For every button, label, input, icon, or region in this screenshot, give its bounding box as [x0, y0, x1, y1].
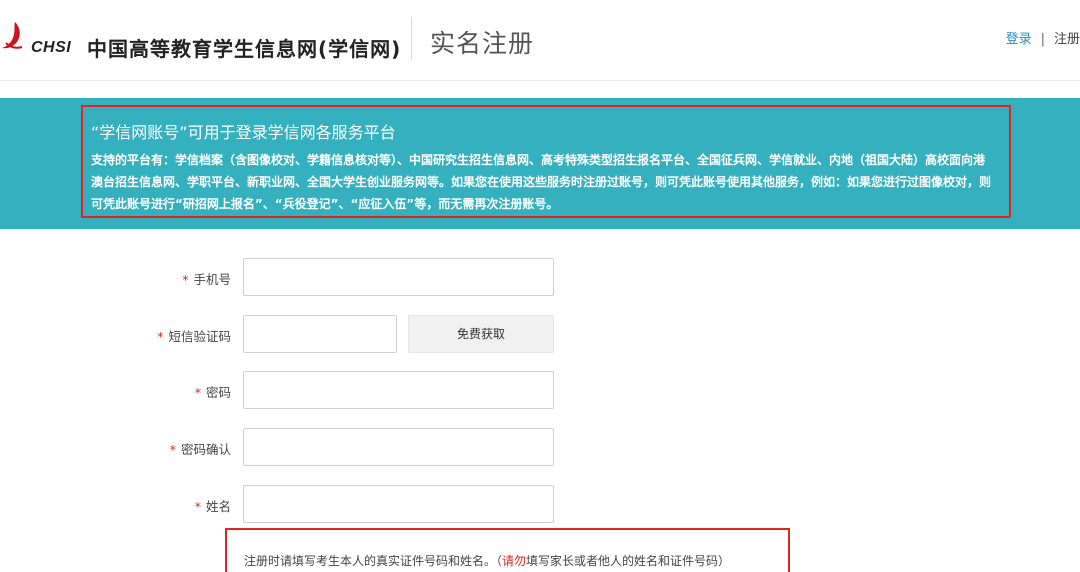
name-label-text: 姓名: [205, 499, 231, 514]
info-banner: “学信网账号”可用于登录学信网各服务平台 支持的平台有：学信档案（含图像校对、学…: [0, 98, 1080, 229]
name-input[interactable]: [243, 485, 554, 523]
banner-body: 支持的平台有：学信档案（含图像校对、学籍信息核对等）、中国研究生招生信息网、高考…: [91, 153, 992, 211]
required-mark: *: [194, 385, 201, 400]
password-label-text: 密码: [205, 385, 231, 400]
phone-label-text: 手机号: [193, 272, 231, 287]
confirm-label: * 密码确认: [170, 439, 231, 458]
notice-highlight-box: 注册时请填写考生本人的真实证件号码和姓名。（请勿填写家长或者他人的姓名和证件号码…: [225, 528, 790, 572]
get-sms-code-button[interactable]: 免费获取: [408, 315, 554, 353]
banner-highlight-box: “学信网账号”可用于登录学信网各服务平台 支持的平台有：学信档案（含图像校对、学…: [81, 105, 1011, 218]
required-mark: *: [194, 499, 201, 514]
banner-title: “学信网账号”可用于登录学信网各服务平台: [91, 123, 396, 142]
name-row: * 姓名: [0, 485, 1080, 525]
password-label: * 密码: [195, 382, 231, 401]
notice-text: 注册时请填写考生本人的真实证件号码和姓名。（请勿填写家长或者他人的姓名和证件号码…: [244, 552, 730, 569]
required-mark: *: [157, 329, 164, 344]
sms-code-input[interactable]: [243, 315, 397, 353]
required-mark: *: [182, 272, 189, 287]
top-links: 登录 | 注册: [1006, 28, 1080, 47]
login-link[interactable]: 登录: [1006, 32, 1032, 47]
site-header: CHSI 中国高等教育学生信息网(学信网) 实名注册 登录 | 注册: [0, 0, 1080, 81]
confirm-row: * 密码确认: [0, 428, 1080, 468]
phone-row: * 手机号: [0, 258, 1080, 298]
name-label: * 姓名: [195, 496, 231, 515]
logo-text: CHSI: [31, 39, 72, 56]
site-name: 中国高等教育学生信息网(学信网): [87, 37, 402, 61]
sms-label-text: 短信验证码: [168, 329, 231, 344]
password-input[interactable]: [243, 371, 554, 409]
page-title: 实名注册: [430, 29, 535, 58]
phone-label: * 手机号: [182, 269, 231, 288]
header-divider: [411, 17, 412, 59]
notice-part1: 注册时请填写考生本人的真实证件号码和姓名。（: [244, 554, 503, 568]
password-row: * 密码: [0, 371, 1080, 411]
link-separator: |: [1040, 32, 1045, 47]
required-mark: *: [169, 442, 176, 457]
notice-warning: 请勿: [502, 554, 527, 568]
confirm-label-text: 密码确认: [180, 442, 231, 457]
confirm-password-input[interactable]: [243, 428, 554, 466]
register-link[interactable]: 注册: [1054, 32, 1080, 47]
chsi-logo-icon: [2, 22, 23, 49]
sms-row: * 短信验证码 免费获取: [0, 315, 1080, 355]
phone-input[interactable]: [243, 258, 554, 296]
sms-label: * 短信验证码: [157, 326, 231, 345]
notice-part2: 填写家长或者他人的姓名和证件号码）: [526, 554, 731, 568]
